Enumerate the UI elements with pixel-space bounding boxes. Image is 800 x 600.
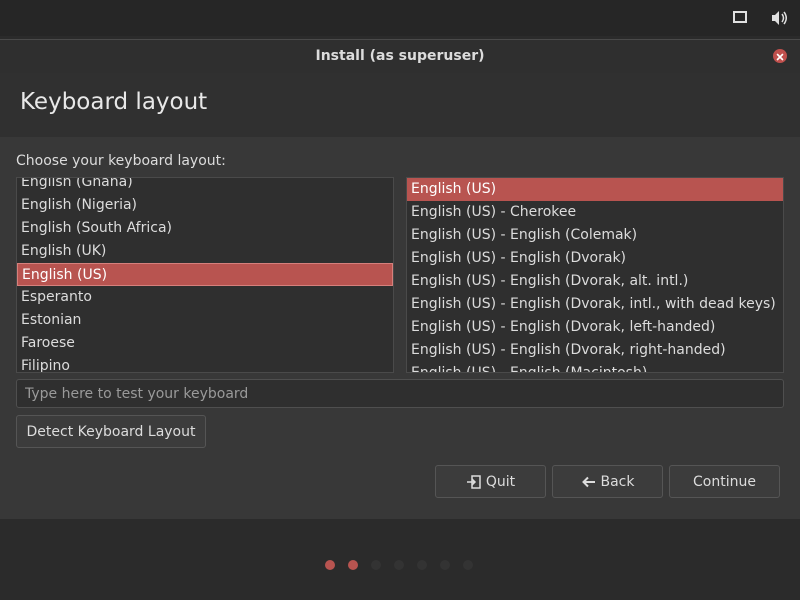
detect-layout-button[interactable]: Detect Keyboard Layout [16, 415, 206, 448]
progress-dot [348, 560, 358, 570]
variant-item[interactable]: English (US) - English (Dvorak, intl., w… [407, 293, 783, 316]
progress-dot [417, 560, 427, 570]
progress-dot [394, 560, 404, 570]
layout-item[interactable]: English (Ghana) [17, 178, 393, 194]
content-area: Choose your keyboard layout: English (Gh… [0, 137, 800, 519]
progress-dot [463, 560, 473, 570]
layout-item-selected[interactable]: English (US) [17, 263, 393, 286]
variant-item[interactable]: English (US) - English (Dvorak, left-han… [407, 316, 783, 339]
keyboard-test-input[interactable] [16, 379, 784, 408]
layout-item[interactable]: Filipino [17, 355, 393, 372]
layout-item[interactable]: Esperanto [17, 286, 393, 309]
back-button[interactable]: Back [552, 465, 663, 498]
quit-label: Quit [485, 473, 516, 490]
window-titlebar: Install (as superuser) [0, 39, 800, 73]
variant-item[interactable]: English (US) - English (Dvorak) [407, 247, 783, 270]
continue-button[interactable]: Continue [669, 465, 780, 498]
display-icon[interactable] [732, 10, 750, 26]
variant-item[interactable]: English (US) - English (Dvorak, alt. int… [407, 270, 783, 293]
variant-item-selected[interactable]: English (US) [407, 178, 783, 201]
detect-layout-label: Detect Keyboard Layout [26, 423, 196, 440]
layout-item[interactable]: Estonian [17, 309, 393, 332]
volume-icon[interactable] [771, 10, 789, 26]
variant-item[interactable]: English (US) - Cherokee [407, 201, 783, 224]
window-title: Install (as superuser) [315, 48, 485, 64]
continue-label: Continue [693, 473, 756, 490]
quit-button[interactable]: Quit [435, 465, 546, 498]
close-icon[interactable] [773, 49, 787, 63]
page-title: Keyboard layout [20, 89, 208, 115]
page-header: Keyboard layout [0, 73, 800, 137]
top-panel [0, 0, 800, 36]
installer-window: Install (as superuser) Keyboard layout C… [0, 39, 800, 519]
layout-item[interactable]: English (South Africa) [17, 217, 393, 240]
layout-item[interactable]: Faroese [17, 332, 393, 355]
arrow-left-icon [581, 474, 597, 490]
layout-list[interactable]: English (Ghana) English (Nigeria) Englis… [16, 177, 394, 373]
progress-dot [325, 560, 335, 570]
quit-icon [466, 474, 482, 490]
layout-item[interactable]: English (UK) [17, 240, 393, 263]
variant-list[interactable]: English (US) English (US) - Cherokee Eng… [406, 177, 784, 373]
variant-item[interactable]: English (US) - English (Macintosh) [407, 362, 783, 372]
progress-dot [440, 560, 450, 570]
variant-item[interactable]: English (US) - English (Colemak) [407, 224, 783, 247]
back-label: Back [600, 473, 635, 490]
progress-dots [0, 560, 800, 574]
layout-item[interactable]: English (Nigeria) [17, 194, 393, 217]
progress-dot [371, 560, 381, 570]
variant-item[interactable]: English (US) - English (Dvorak, right-ha… [407, 339, 783, 362]
layout-prompt: Choose your keyboard layout: [16, 153, 226, 169]
